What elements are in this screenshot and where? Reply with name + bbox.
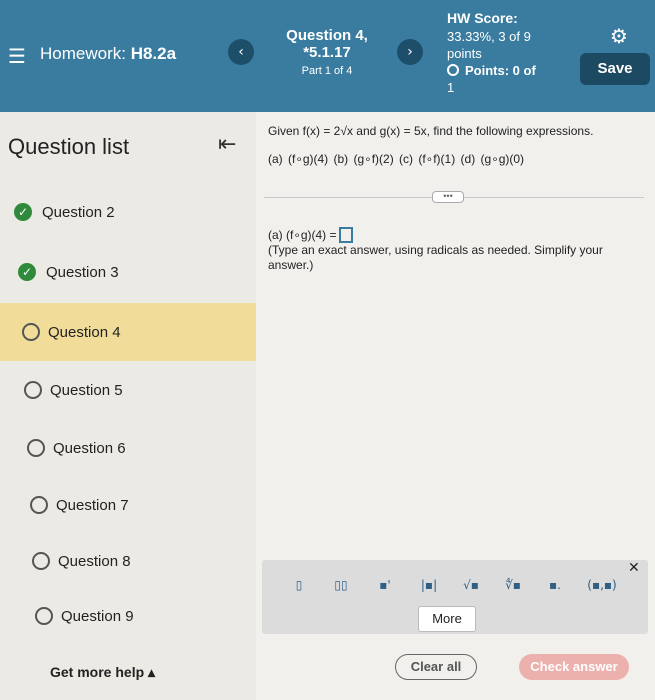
check-answer-button[interactable]: Check answer [519, 654, 629, 680]
gear-icon[interactable]: ⚙ [610, 24, 628, 48]
sidebar-item-label: Question 2 [42, 204, 115, 221]
answer-prompt: (a) (f∘g)(4) = [268, 227, 353, 243]
radio-circle-icon [30, 496, 48, 514]
collapse-left-icon[interactable]: ⇤ [218, 132, 236, 157]
sidebar-item-question-4[interactable]: Question 4 [0, 303, 256, 361]
sidebar-item-question-6[interactable]: Question 6 [0, 422, 256, 478]
points-total: 1 [447, 80, 455, 95]
mixed-number-icon[interactable]: ▯▯ [324, 572, 358, 598]
radio-circle-icon [24, 381, 42, 399]
hamburger-icon[interactable]: ☰ [8, 44, 26, 68]
answer-input[interactable] [338, 227, 353, 243]
answer-instructions: (Type an exact answer, using radicals as… [268, 243, 603, 272]
ordered-pair-icon[interactable]: (▪,▪) [580, 572, 624, 598]
top-header: ☰ Homework: H8.2a ‹ Question 4, *5.1.17 … [0, 0, 655, 112]
points-display: Points: 0 of [447, 63, 536, 78]
square-root-icon[interactable]: √▪ [454, 572, 488, 598]
fraction-icon[interactable]: ▯ [282, 572, 316, 598]
sidebar-item-label: Question 7 [56, 497, 129, 514]
question-part: Part 1 of 4 [301, 65, 353, 77]
radio-circle-icon [32, 552, 50, 570]
question-title: Question 4, *5.1.17 [268, 27, 386, 61]
chevron-right-icon: › [407, 44, 413, 60]
question-panel: Given f(x) = 2√x and g(x) = 5x, find the… [256, 112, 655, 700]
next-question-button[interactable]: › [397, 39, 423, 65]
checkmark-icon: ✓ [14, 203, 32, 221]
absolute-value-icon[interactable]: |▪| [412, 572, 446, 598]
question-title-label: Question 4, [286, 27, 368, 44]
question-list-sidebar: Question list ⇤ ✓ Question 2 ✓ Question … [0, 112, 256, 700]
sidebar-item-question-8[interactable]: Question 8 [0, 535, 256, 591]
sidebar-item-question-3[interactable]: ✓ Question 3 [0, 246, 256, 302]
question-number: *5.1.17 [303, 44, 351, 61]
chevron-left-icon: ‹ [238, 44, 244, 60]
sidebar-item-label: Question 4 [48, 324, 121, 341]
question-parts: (a) (f∘g)(4) (b) (g∘f)(2) (c) (f∘f)(1) (… [268, 152, 525, 166]
homework-title: Homework: H8.2a [40, 44, 176, 64]
get-more-help-link[interactable]: Get more help ▴ [50, 664, 155, 681]
sidebar-item-label: Question 9 [61, 608, 134, 625]
radio-circle-icon [22, 323, 40, 341]
points-circle-icon [447, 64, 459, 76]
exponent-icon[interactable]: ▪' [368, 572, 402, 598]
homework-name: H8.2a [130, 44, 177, 63]
question-statement: Given f(x) = 2√x and g(x) = 5x, find the… [268, 124, 594, 138]
expand-dots-button[interactable]: ••• [432, 191, 464, 203]
sidebar-item-label: Question 5 [50, 382, 123, 399]
previous-question-button[interactable]: ‹ [228, 39, 254, 65]
more-button[interactable]: More [418, 606, 476, 632]
clear-all-button[interactable]: Clear all [395, 654, 477, 680]
hw-score-label: HW Score: [447, 10, 518, 26]
sidebar-item-question-7[interactable]: Question 7 [0, 479, 256, 535]
radio-circle-icon [27, 439, 45, 457]
homework-prefix: Homework: [40, 44, 131, 63]
sidebar-item-label: Question 8 [58, 553, 131, 570]
sidebar-item-question-5[interactable]: Question 5 [0, 364, 256, 420]
sidebar-item-question-2[interactable]: ✓ Question 2 [0, 186, 256, 242]
sidebar-item-question-9[interactable]: Question 9 [0, 590, 256, 646]
sidebar-item-label: Question 6 [53, 440, 126, 457]
save-button[interactable]: Save [580, 53, 650, 85]
sidebar-item-label: Question 3 [46, 264, 119, 281]
close-icon[interactable]: ✕ [628, 560, 640, 576]
answer-prompt-label: (a) (f∘g)(4) = [268, 228, 337, 242]
hw-score-value: 33.33%, 3 of 9 points [447, 29, 531, 61]
nth-root-icon[interactable]: ∜▪ [496, 572, 530, 598]
points-label: Points: 0 of [465, 63, 536, 78]
question-list-title: Question list [8, 134, 130, 159]
decimal-icon[interactable]: ▪. [538, 572, 572, 598]
checkmark-icon: ✓ [18, 263, 36, 281]
radio-circle-icon [35, 607, 53, 625]
